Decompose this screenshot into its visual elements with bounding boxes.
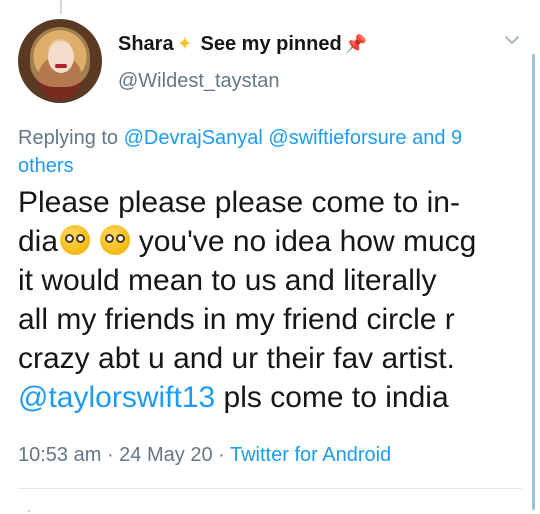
divider bbox=[18, 488, 522, 489]
avatar-face bbox=[48, 41, 74, 73]
avatar[interactable] bbox=[18, 19, 102, 103]
avatar-lips bbox=[55, 64, 67, 68]
display-name[interactable]: Shara ✦ See my pinned 📌 bbox=[118, 33, 367, 56]
tweet-text: Please please please come to in- dia you… bbox=[18, 183, 528, 417]
tweet-line: it would mean to us and literally bbox=[18, 264, 437, 297]
chevron-down-icon[interactable] bbox=[504, 32, 520, 48]
reply-conjunction[interactable]: and bbox=[407, 127, 451, 149]
meta-separator: · bbox=[101, 444, 120, 466]
tweet-date: 24 May 20 bbox=[119, 444, 213, 466]
pleading-face-icon bbox=[100, 225, 131, 255]
display-name-text: Shara bbox=[118, 33, 174, 55]
decorative-dot bbox=[28, 510, 30, 512]
tweet-line: Please please please come to in- bbox=[18, 186, 460, 219]
tweet-line: crazy abt u and ur their fav artist. bbox=[18, 342, 455, 375]
meta-separator: · bbox=[212, 444, 230, 466]
tweet-time: 10:53 am bbox=[18, 444, 102, 466]
user-handle[interactable]: @Wildest_taystan bbox=[118, 70, 279, 93]
pushpin-icon: 📌 bbox=[344, 34, 368, 54]
replying-to: Replying to @DevrajSanyal @swiftieforsur… bbox=[18, 124, 518, 180]
tweet-meta: 10:53 am · 24 May 20 · Twitter for Andro… bbox=[18, 444, 391, 467]
tweet-mention-link[interactable]: @taylorswift13 bbox=[18, 381, 215, 414]
reply-mentions-link[interactable]: @DevrajSanyal @swiftieforsure bbox=[124, 127, 407, 149]
display-name-suffix: See my pinned bbox=[200, 33, 342, 55]
scrollbar[interactable] bbox=[532, 54, 535, 510]
tweet-source-link[interactable]: Twitter for Android bbox=[230, 444, 391, 466]
tweet-line: dia bbox=[18, 225, 59, 258]
replying-to-prefix: Replying to bbox=[18, 127, 124, 149]
pleading-face-icon bbox=[60, 225, 91, 255]
tweet-line: pls come to india bbox=[215, 381, 449, 414]
thread-connector-line bbox=[60, 0, 62, 14]
tweet-line: you've no idea how mucg bbox=[130, 225, 477, 258]
tweet-line: all my friends in my friend circle r bbox=[18, 303, 455, 336]
sparkles-icon: ✦ bbox=[176, 34, 193, 55]
